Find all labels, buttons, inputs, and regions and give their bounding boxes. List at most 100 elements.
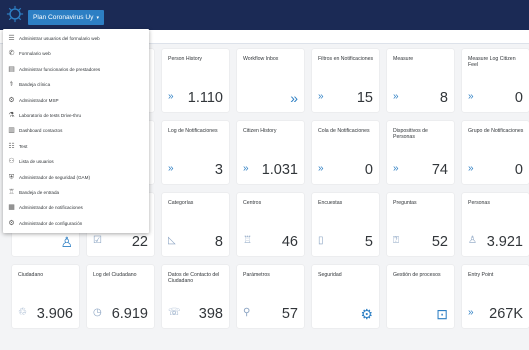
tile-count: 398 bbox=[198, 306, 223, 322]
tile-count: 1.110 bbox=[187, 90, 223, 106]
tile-arrow-icon: ⊡ bbox=[436, 306, 448, 322]
menu-item[interactable]: ☰ Administrar usuarios del formulario web bbox=[3, 33, 149, 44]
menu-item-icon: ⚙ bbox=[8, 96, 15, 104]
tile[interactable]: Centros ♖ 46 bbox=[237, 193, 304, 256]
tile-icon: ◷ bbox=[93, 307, 102, 318]
tile-count: 0 bbox=[514, 162, 523, 178]
plan-label: Plan Coronavirus Uy bbox=[33, 14, 94, 21]
tile[interactable]: Gestión de procesos ⊡ bbox=[387, 265, 454, 328]
tile[interactable]: Encuestas ▯ 5 bbox=[312, 193, 379, 256]
tile[interactable]: Preguntas ⍰ 52 bbox=[387, 193, 454, 256]
menu-item-icon: ✆ bbox=[8, 50, 15, 58]
menu-item-label: Administrador MSP bbox=[19, 97, 59, 103]
tile-arrow-icon: » bbox=[290, 90, 298, 106]
tile-title: Centros bbox=[243, 200, 262, 206]
tile-icon: » bbox=[468, 163, 474, 174]
menu-item-label: Administrador de configuración bbox=[19, 220, 83, 226]
tile[interactable]: Seguridad ⚙ bbox=[312, 265, 379, 328]
tile-icon: » bbox=[393, 91, 399, 102]
tile-title: Workflow Inbox bbox=[243, 56, 279, 62]
tile-title: Person History bbox=[168, 56, 203, 62]
tile[interactable]: Parámetros ⚲ 57 bbox=[237, 265, 304, 328]
tile[interactable]: Citizen History » 1.031 bbox=[237, 121, 304, 184]
tile-title: Categorías bbox=[168, 200, 194, 206]
tile-count: 74 bbox=[431, 162, 448, 178]
menu-item[interactable]: ✆ Formulario web bbox=[3, 48, 149, 59]
menu-item-icon: ▤ bbox=[8, 65, 15, 73]
tile-icon: » bbox=[243, 163, 249, 174]
menu-item-icon: ⚇ bbox=[8, 158, 15, 166]
menu-item-icon: ⚗ bbox=[8, 112, 15, 119]
menu-item-label: Formulario web bbox=[19, 51, 51, 57]
menu-item-icon: ☷ bbox=[8, 142, 15, 150]
menu-item[interactable]: ⚇ Lista de usuarios bbox=[3, 156, 149, 167]
tile-title: Personas bbox=[468, 200, 490, 206]
menu-item[interactable]: ▦ Administrador de notificaciones bbox=[3, 202, 149, 213]
tile-count: 0 bbox=[514, 90, 523, 106]
tile-count: 5 bbox=[364, 234, 373, 250]
tile[interactable]: Datos de Contacto del Ciudadano ☏ 398 bbox=[162, 265, 229, 328]
menu-item[interactable]: ☷ Test bbox=[3, 141, 149, 152]
tile[interactable]: Filtros en Notificaciones » 15 bbox=[312, 49, 379, 112]
menu-item[interactable]: ⚙ Administrador de configuración bbox=[3, 218, 149, 229]
tile-icon: ♖ bbox=[243, 235, 252, 246]
tile-count: 22 bbox=[131, 234, 148, 250]
menu-item[interactable]: ▥ Dashboard contactos bbox=[3, 125, 149, 136]
tile[interactable]: Ciudadano ♲ 3.906 bbox=[12, 265, 79, 328]
plan-dropdown-button[interactable]: Plan Coronavirus Uy ▾ bbox=[28, 10, 104, 25]
tile-title: Measure bbox=[393, 56, 414, 62]
tile-title: Measure Log Citizen Feel bbox=[468, 56, 516, 69]
tile-count: 15 bbox=[356, 90, 373, 106]
tile-icon: ▯ bbox=[318, 235, 324, 246]
tile[interactable]: Dispositivos de Personas » 74 bbox=[387, 121, 454, 184]
tile[interactable]: Cola de Notificaciones » 0 bbox=[312, 121, 379, 184]
menu-item-icon: ▦ bbox=[8, 204, 15, 212]
tile-title: Filtros en Notificaciones bbox=[318, 56, 374, 62]
tile[interactable]: Person History » 1.110 bbox=[162, 49, 229, 112]
tile-title: Entry Point bbox=[468, 272, 494, 278]
chevron-down-icon: ▾ bbox=[96, 15, 99, 21]
menu-item-icon: ⚙ bbox=[8, 219, 15, 227]
tile-icon: » bbox=[168, 91, 174, 102]
tile-icon: ◺ bbox=[168, 235, 176, 246]
tile[interactable]: Categorías ◺ 8 bbox=[162, 193, 229, 256]
menu-item[interactable]: ⚗ Laboratorio de tests Drive-thru bbox=[3, 110, 149, 121]
menu-item-label: Lista de usuarios bbox=[19, 159, 54, 165]
tile-arrow-icon: ⚙ bbox=[360, 306, 373, 322]
menu-item-icon: ⛨ bbox=[8, 173, 15, 181]
coronavirus-logo-icon[interactable] bbox=[6, 5, 24, 23]
tile[interactable]: Grupo de Notificaciones » 0 bbox=[462, 121, 529, 184]
menu-item-label: Administrador de notificaciones bbox=[19, 205, 83, 211]
menu-item-icon: ▥ bbox=[8, 127, 15, 135]
menu-item-label: Laboratorio de tests Drive-thru bbox=[19, 113, 82, 118]
menu-item[interactable]: ▤ Administrar funcionarios de prestadores bbox=[3, 64, 149, 75]
tile-title: Parámetros bbox=[243, 272, 270, 278]
tile[interactable]: Workflow Inbox » bbox=[237, 49, 304, 112]
tile-icon: » bbox=[318, 91, 324, 102]
tile-title: Log del Ciudadano bbox=[93, 272, 137, 278]
menu-item-label: Administrador de seguridad (GAM) bbox=[19, 174, 90, 180]
tile-count: 1.031 bbox=[261, 162, 298, 178]
tile[interactable]: Measure Log Citizen Feel » 0 bbox=[462, 49, 529, 112]
tile-title: Preguntas bbox=[393, 200, 417, 206]
menu-item[interactable]: ♖ Bandeja de entrada bbox=[3, 187, 149, 198]
tile[interactable]: Log del Ciudadano ◷ 6.919 bbox=[87, 265, 154, 328]
menu-item[interactable]: ⚕ Bandeja clínica bbox=[3, 79, 149, 90]
tile-count: 8 bbox=[214, 234, 223, 250]
tile-count: 52 bbox=[431, 234, 448, 250]
menu-item[interactable]: ⛨ Administrador de seguridad (GAM) bbox=[3, 172, 149, 183]
top-bar: Plan Coronavirus Uy ▾ bbox=[0, 0, 529, 30]
tile-title: Citizen History bbox=[243, 128, 277, 134]
tile[interactable]: Log de Notificaciones » 3 bbox=[162, 121, 229, 184]
tile-icon: ⍰ bbox=[393, 235, 399, 246]
tile[interactable]: Personas ♙ 3.921 bbox=[462, 193, 529, 256]
tile[interactable]: Entry Point » 267K bbox=[462, 265, 529, 328]
menu-item-label: Administrar usuarios del formulario web bbox=[19, 36, 100, 41]
plan-dropdown-menu: ☰ Administrar usuarios del formulario web… bbox=[3, 29, 149, 233]
tile-count: 3.921 bbox=[486, 234, 523, 250]
tile-icon: ☏ bbox=[168, 307, 181, 318]
menu-item-label: Bandeja clínica bbox=[19, 82, 51, 88]
menu-item[interactable]: ⚙ Administrador MSP bbox=[3, 95, 149, 106]
tile[interactable]: Measure » 8 bbox=[387, 49, 454, 112]
menu-item-icon: ☰ bbox=[8, 35, 15, 42]
